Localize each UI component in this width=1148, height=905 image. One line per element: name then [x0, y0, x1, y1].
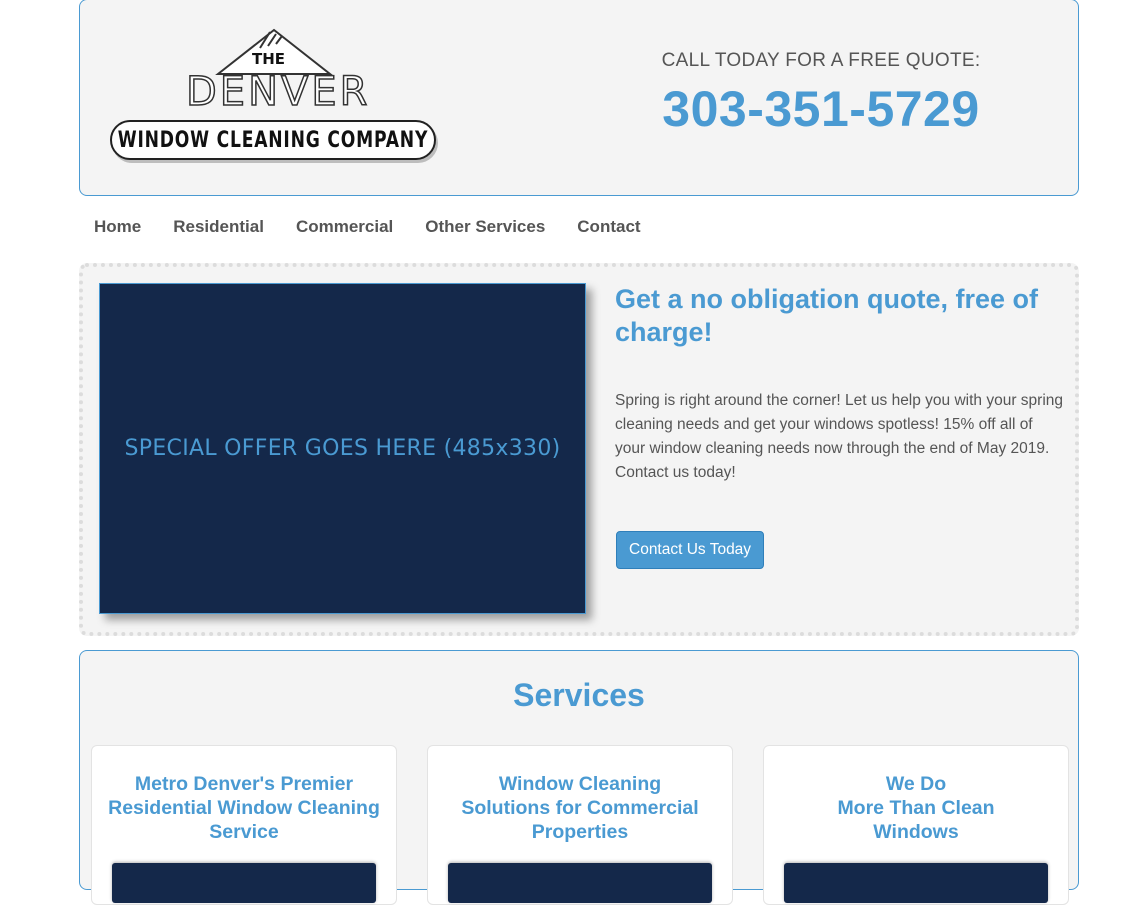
offer-body: Spring is right around the corner! Let u…: [615, 392, 1064, 481]
services-section: Services Metro Denver's Premier Resident…: [79, 650, 1079, 905]
quote-label: CALL TODAY FOR A FREE QUOTE:: [661, 50, 981, 71]
logo-tagline-bar: WINDOW CLEANING COMPANY: [110, 120, 436, 160]
service-card-residential[interactable]: Metro Denver's Premier Residential Windo…: [91, 745, 397, 905]
service-card-image: [784, 863, 1048, 903]
main-nav: Home Residential Commercial Other Servic…: [94, 217, 641, 237]
logo-the-text: THE: [252, 50, 286, 68]
offer-text-block: Get a no obligation quote, free of charg…: [615, 283, 1065, 485]
nav-residential[interactable]: Residential: [173, 217, 264, 237]
services-title: Services: [513, 677, 645, 713]
service-card-image: [448, 863, 712, 903]
company-logo[interactable]: THE DENVER WINDOW CLEANING COMPANY: [110, 28, 440, 163]
nav-home[interactable]: Home: [94, 217, 141, 237]
service-card-title: Window Cleaning Solutions for Commercial…: [461, 773, 699, 843]
phone-number[interactable]: 303-351-5729: [640, 80, 1002, 138]
logo-tagline: WINDOW CLEANING COMPANY: [117, 127, 429, 153]
service-card-title: We Do More Than Clean Windows: [837, 773, 995, 843]
special-offer-section: SPECIAL OFFER GOES HERE (485x330) Get a …: [79, 263, 1079, 636]
special-offer-image: SPECIAL OFFER GOES HERE (485x330): [99, 283, 586, 614]
special-offer-placeholder-text: SPECIAL OFFER GOES HERE (485x330): [124, 436, 561, 461]
nav-contact[interactable]: Contact: [577, 217, 640, 237]
site-header: THE DENVER WINDOW CLEANING COMPANY CALL …: [79, 0, 1079, 196]
logo-denver-text: DENVER: [185, 69, 371, 115]
service-card-commercial[interactable]: Window Cleaning Solutions for Commercial…: [427, 745, 733, 905]
offer-title: Get a no obligation quote, free of charg…: [615, 284, 1038, 347]
quote-block: CALL TODAY FOR A FREE QUOTE: 303-351-572…: [640, 50, 1002, 138]
service-card-image: [112, 863, 376, 903]
contact-us-today-button[interactable]: Contact Us Today: [616, 531, 765, 569]
nav-commercial[interactable]: Commercial: [296, 217, 393, 237]
nav-other-services[interactable]: Other Services: [425, 217, 545, 237]
service-card-title: Metro Denver's Premier Residential Windo…: [108, 773, 380, 843]
service-card-other[interactable]: We Do More Than Clean Windows: [763, 745, 1069, 905]
